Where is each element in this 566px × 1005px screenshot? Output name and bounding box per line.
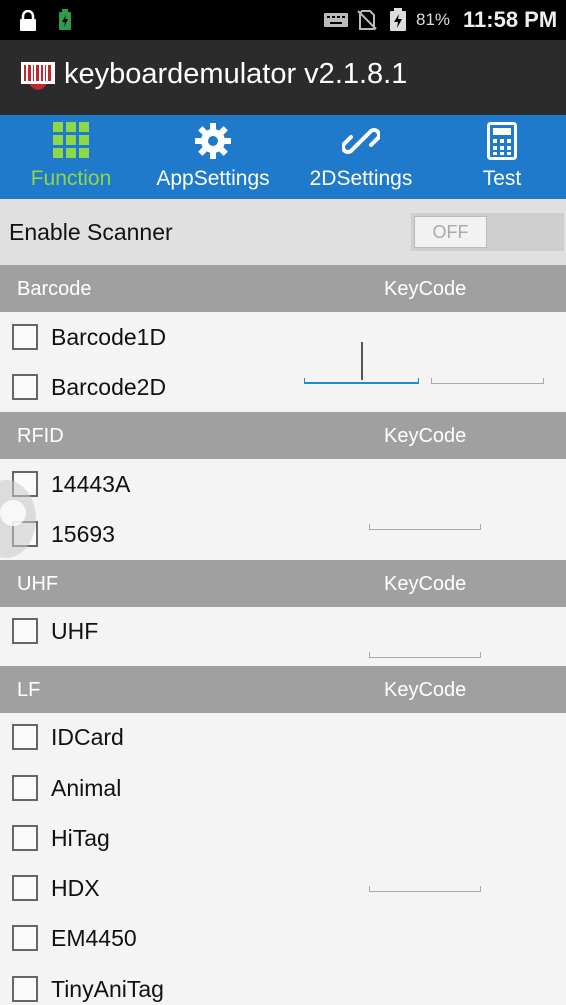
tab-label: Test [482, 167, 522, 190]
section-title: UHF [17, 573, 59, 595]
status-bar: 81% 11:58 PM [0, 0, 566, 40]
tab-appsettings[interactable]: AppSettings [142, 115, 284, 199]
clock: 11:58 PM [463, 7, 558, 32]
checkbox[interactable] [12, 618, 38, 644]
checkbox[interactable] [12, 324, 38, 350]
checkbox[interactable] [12, 925, 38, 951]
keycode-input-rfid[interactable] [369, 524, 481, 530]
app-bar: keyboardemulator v2.1.8.1 [0, 40, 566, 115]
section-header-rfid: RFID KeyCode [0, 412, 566, 459]
item-label: Barcode1D [51, 324, 167, 350]
tab-label: Function [30, 167, 112, 190]
calculator-icon [487, 122, 517, 160]
section-header-uhf: UHF KeyCode [0, 560, 566, 607]
section-title: RFID [17, 425, 64, 447]
link-icon [342, 128, 380, 154]
checkbox[interactable] [12, 976, 38, 1002]
text-cursor [361, 342, 363, 380]
handle-dot [0, 500, 26, 526]
item-label: TinyAniTag [51, 976, 164, 1002]
gear-icon [195, 123, 231, 159]
keycode-header: KeyCode [384, 425, 467, 447]
toggle-knob: OFF [414, 216, 487, 248]
section-title: LF [17, 679, 41, 701]
item-label: 15693 [51, 521, 115, 547]
lock-icon [20, 10, 36, 31]
checkbox[interactable] [12, 775, 38, 801]
keyboard-icon [324, 13, 348, 27]
item-label: Animal [51, 775, 122, 801]
enable-scanner-toggle[interactable]: OFF [411, 213, 564, 251]
tab-function[interactable]: Function [0, 115, 142, 199]
checkbox[interactable] [12, 875, 38, 901]
tab-2dsettings[interactable]: 2DSettings [284, 115, 438, 199]
section-header-barcode: Barcode KeyCode [0, 265, 566, 312]
item-label: HiTag [51, 825, 110, 851]
battery-percent: 81% [416, 10, 451, 29]
item-label: IDCard [51, 724, 124, 750]
keycode-header: KeyCode [384, 278, 467, 300]
item-label: Barcode2D [51, 374, 167, 400]
keycode-header: KeyCode [384, 679, 467, 701]
tab-label: 2DSettings [309, 167, 413, 190]
checkbox[interactable] [12, 374, 38, 400]
barcode-scanner-icon [21, 62, 55, 90]
grid-icon [53, 122, 89, 158]
battery-charging-small-icon [59, 9, 71, 30]
enable-scanner-row: Enable Scanner OFF [0, 199, 566, 265]
app-title: keyboardemulator v2.1.8.1 [64, 58, 408, 90]
keycode-input-barcode2d[interactable] [431, 378, 544, 384]
enable-scanner-label: Enable Scanner [9, 219, 173, 245]
item-label: HDX [51, 875, 100, 901]
tab-label: AppSettings [156, 167, 270, 190]
checkbox[interactable] [12, 825, 38, 851]
keycode-input-lf[interactable] [369, 886, 481, 892]
no-sim-icon [357, 10, 377, 30]
keycode-header: KeyCode [384, 573, 467, 595]
battery-charging-icon [390, 8, 406, 31]
section-title: Barcode [17, 278, 92, 300]
item-label: 14443A [51, 471, 131, 497]
keycode-input-uhf[interactable] [369, 652, 481, 658]
tab-bar: Function AppSettings 2DSettings Test [0, 115, 566, 199]
checkbox[interactable] [12, 724, 38, 750]
item-label: EM4450 [51, 925, 137, 951]
section-header-lf: LF KeyCode [0, 666, 566, 713]
tab-test[interactable]: Test [438, 115, 566, 199]
item-label: UHF [51, 618, 99, 644]
